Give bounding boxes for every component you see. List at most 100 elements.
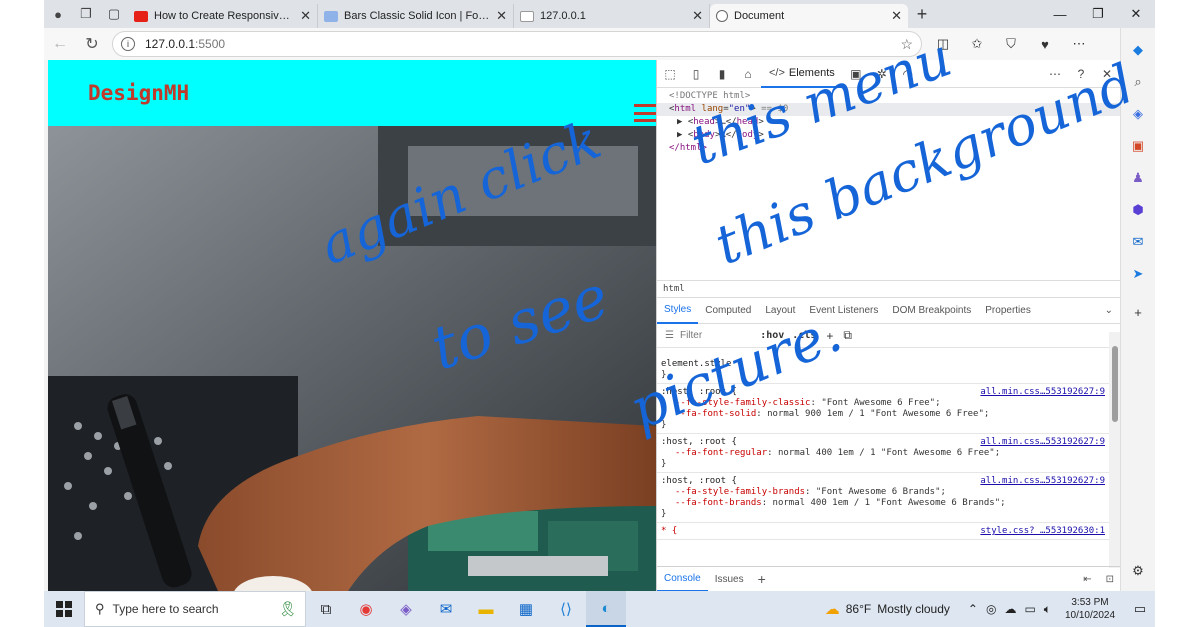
style-rule[interactable]: :host, :root { all.min.css…553192627:9 -… <box>657 434 1109 473</box>
console-icon[interactable]: ▣ <box>843 67 869 81</box>
tools-briefcase-icon[interactable]: ▣ <box>1125 130 1151 162</box>
style-rule[interactable]: * { style.css? …553192630:1 <box>657 523 1109 540</box>
rule-declaration[interactable]: --fa-font-solid: normal 900 1em / 1 "Fon… <box>661 409 1105 420</box>
network-icon[interactable]: ▭ <box>1024 602 1035 616</box>
tab-properties[interactable]: Properties <box>978 298 1038 324</box>
show-hidden-icons-chevron-icon[interactable]: ⌃ <box>968 602 978 616</box>
tab-console[interactable]: Console <box>657 567 708 592</box>
profile-icon[interactable]: ● <box>44 0 72 28</box>
inspect-element-icon[interactable]: ⬚ <box>657 67 683 81</box>
file-explorer-icon[interactable]: ▬ <box>466 591 506 627</box>
browser-essentials-icon[interactable]: ⛉ <box>994 28 1028 60</box>
dom-head-node[interactable]: ▶ <head>…</head> <box>657 116 1120 129</box>
new-tab-icon[interactable]: + <box>908 4 936 25</box>
dom-html-node[interactable]: <html lang="en"> == $0 <box>657 103 1120 116</box>
more-options-icon[interactable]: ⋯ <box>1062 28 1096 60</box>
add-drawer-tab-icon[interactable]: + <box>751 567 773 592</box>
split-screen-icon[interactable]: ◫ <box>926 28 960 60</box>
tab-dom-breakpoints[interactable]: DOM Breakpoints <box>885 298 978 324</box>
device-toolbar-icon[interactable]: ▯ <box>683 67 709 81</box>
tab-font-awesome[interactable]: Bars Classic Solid Icon | Font Awe ✕ <box>318 4 514 28</box>
help-icon[interactable]: ? <box>1068 67 1094 81</box>
outlook-icon[interactable]: ✉ <box>1125 226 1151 258</box>
rule-source-link[interactable]: all.min.css…553192627:9 <box>980 437 1105 448</box>
close-tab-icon[interactable]: ✕ <box>891 8 902 24</box>
close-tab-icon[interactable]: ✕ <box>496 8 507 24</box>
rule-declaration[interactable]: --fa-style-family-brands: "Font Awesome … <box>661 487 1105 498</box>
add-sidebar-app-icon[interactable]: + <box>1125 296 1151 328</box>
dock-icon[interactable]: ▮ <box>709 67 735 81</box>
welcome-home-icon[interactable]: ⌂ <box>735 67 761 81</box>
site-info-icon[interactable]: i <box>121 37 135 51</box>
extensions-icon[interactable]: ♥ <box>1028 28 1062 60</box>
tab-computed[interactable]: Computed <box>698 298 758 324</box>
tab-youtube[interactable]: How to Create Responsive Naviga ✕ <box>128 4 318 28</box>
volume-icon[interactable]: 🔈︎ <box>1044 602 1051 617</box>
windows-start-icon[interactable] <box>44 591 84 627</box>
mail-icon[interactable]: ✉ <box>426 591 466 627</box>
chrome-icon[interactable]: ◉ <box>346 591 386 627</box>
send-icon[interactable]: ➤ <box>1125 258 1151 290</box>
dom-doctype[interactable]: <!DOCTYPE html> <box>657 90 1120 103</box>
computed-sidebar-icon[interactable]: ⧉ <box>843 328 852 343</box>
vscode-icon[interactable]: ⟨⟩ <box>546 591 586 627</box>
tab-layout[interactable]: Layout <box>758 298 802 324</box>
games-icon[interactable]: ♟ <box>1125 162 1151 194</box>
meet-now-icon[interactable]: ◎ <box>986 602 996 616</box>
styles-filter-input[interactable]: Filter <box>680 330 702 341</box>
minimize-icon[interactable]: — <box>1041 0 1079 28</box>
close-devtools-icon[interactable]: ✕ <box>1094 67 1120 81</box>
hover-state-toggle[interactable]: :hov <box>760 330 784 341</box>
style-rule[interactable]: element.style { } <box>657 356 1109 384</box>
new-style-rule-icon[interactable]: + <box>826 329 833 343</box>
style-rule[interactable]: :host, :root { all.min.css…553192627:9 -… <box>657 473 1109 523</box>
hamburger-menu-icon[interactable] <box>634 104 656 122</box>
scrollbar-thumb[interactable] <box>1112 346 1118 422</box>
tab-localhost[interactable]: 127.0.0.1 ✕ <box>514 4 710 28</box>
copilot-app-icon[interactable]: ◈ <box>386 591 426 627</box>
tab-actions-icon[interactable]: ▢ <box>100 0 128 28</box>
restore-icon[interactable]: ❐ <box>1079 0 1117 28</box>
more-tools-icon[interactable]: ⋯ <box>1042 67 1068 81</box>
close-tab-icon[interactable]: ✕ <box>692 8 703 24</box>
tab-document[interactable]: Document ✕ <box>710 4 908 28</box>
office-icon[interactable]: ⬢ <box>1125 194 1151 226</box>
dom-body-node[interactable]: ▶ <body>…</body> <box>657 129 1120 142</box>
weather-widget[interactable]: ☁ 86°F Mostly cloudy <box>825 600 950 618</box>
favorite-star-icon[interactable]: ☆ <box>900 36 913 53</box>
rule-source-link[interactable]: style.css? …553192630:1 <box>980 526 1105 537</box>
rule-declaration[interactable]: --fa-font-brands: normal 400 1em / 1 "Fo… <box>661 498 1105 509</box>
tab-issues[interactable]: Issues <box>708 567 751 592</box>
sidebar-settings-icon[interactable]: ⚙ <box>1125 555 1151 587</box>
tab-elements[interactable]: </> Elements <box>761 60 843 88</box>
network-wifi-icon[interactable]: ◠ <box>895 67 921 81</box>
close-window-icon[interactable]: ✕ <box>1117 0 1155 28</box>
task-view-icon[interactable]: ⧉ <box>306 591 346 627</box>
drawer-close-icon[interactable]: ⊡ <box>1099 567 1121 592</box>
notifications-icon[interactable]: ▭ <box>1125 601 1155 617</box>
dom-html-close[interactable]: </html> <box>657 142 1120 155</box>
onedrive-cloud-icon[interactable]: ☁ <box>1004 602 1016 616</box>
rule-source-link[interactable]: all.min.css…553192627:9 <box>980 476 1105 487</box>
drawer-dock-icon[interactable]: ⇤ <box>1076 567 1098 592</box>
taskbar-search-input[interactable]: ⚲ Type here to search 🎗 <box>84 591 306 627</box>
tab-styles[interactable]: Styles <box>657 298 699 324</box>
class-toggle[interactable]: .cls <box>792 330 816 341</box>
microsoft-store-icon[interactable]: ▦ <box>506 591 546 627</box>
chevron-down-icon[interactable]: ⌄ <box>1098 298 1120 324</box>
url-field[interactable]: i 127.0.0.1:5500 ☆ <box>112 31 922 57</box>
refresh-icon[interactable]: ↻ <box>76 28 108 60</box>
copilot-icon[interactable]: ◆ <box>1125 34 1151 66</box>
search-icon[interactable]: ⌕ <box>1125 66 1151 98</box>
tab-event-listeners[interactable]: Event Listeners <box>802 298 885 324</box>
workspaces-icon[interactable]: ❐ <box>72 0 100 28</box>
close-tab-icon[interactable]: ✕ <box>300 8 311 24</box>
edge-icon[interactable]: ◐ <box>586 591 626 627</box>
rule-source-link[interactable]: all.min.css…553192627:9 <box>980 387 1105 398</box>
rule-declaration[interactable]: --fa-style-family-classic: "Font Awesome… <box>661 398 1105 409</box>
favorites-icon[interactable]: ✩ <box>960 28 994 60</box>
taskbar-clock[interactable]: 3:53 PM 10/10/2024 <box>1055 596 1125 622</box>
rule-declaration[interactable]: --fa-font-regular: normal 400 1em / 1 "F… <box>661 448 1105 459</box>
site-logo[interactable]: DesignMH <box>88 81 189 105</box>
sources-bug-icon[interactable]: ✲ <box>869 67 895 81</box>
